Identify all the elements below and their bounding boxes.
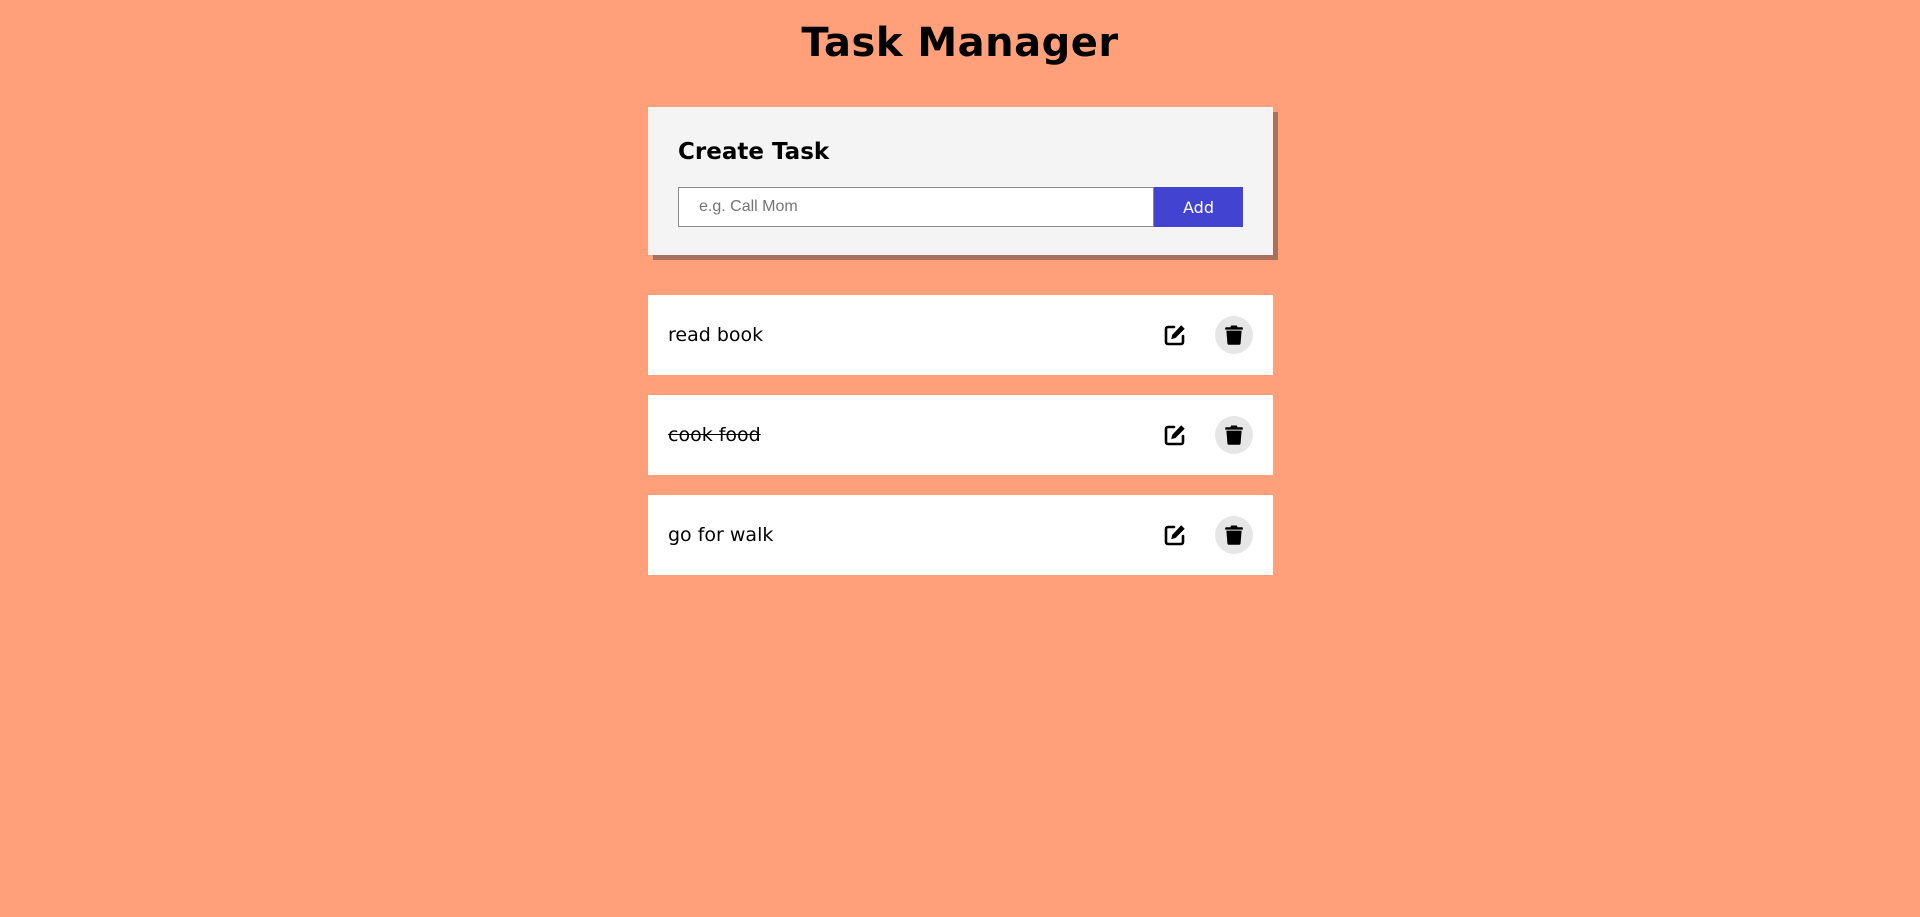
delete-button[interactable] (1215, 316, 1253, 354)
delete-button[interactable] (1215, 516, 1253, 554)
edit-button[interactable] (1156, 316, 1194, 354)
task-text[interactable]: go for walk (668, 524, 1156, 546)
task-text[interactable]: read book (668, 324, 1156, 346)
delete-button[interactable] (1215, 416, 1253, 454)
trash-icon (1225, 525, 1243, 545)
edit-icon (1163, 523, 1187, 547)
task-list: read book cook food go for walk (648, 295, 1273, 595)
task-item: cook food (648, 395, 1273, 475)
task-input[interactable] (678, 187, 1154, 227)
page-title: Task Manager (801, 20, 1119, 66)
add-button[interactable]: Add (1154, 187, 1243, 227)
trash-icon (1225, 325, 1243, 345)
task-item: go for walk (648, 495, 1273, 575)
trash-icon (1225, 425, 1243, 445)
task-item: read book (648, 295, 1273, 375)
create-task-row: Add (678, 187, 1243, 227)
edit-icon (1163, 323, 1187, 347)
edit-button[interactable] (1156, 516, 1194, 554)
edit-button[interactable] (1156, 416, 1194, 454)
task-text-completed[interactable]: cook food (668, 424, 1156, 446)
create-task-title: Create Task (678, 139, 830, 165)
create-task-card: Create Task Add (648, 107, 1273, 255)
edit-icon (1163, 423, 1187, 447)
